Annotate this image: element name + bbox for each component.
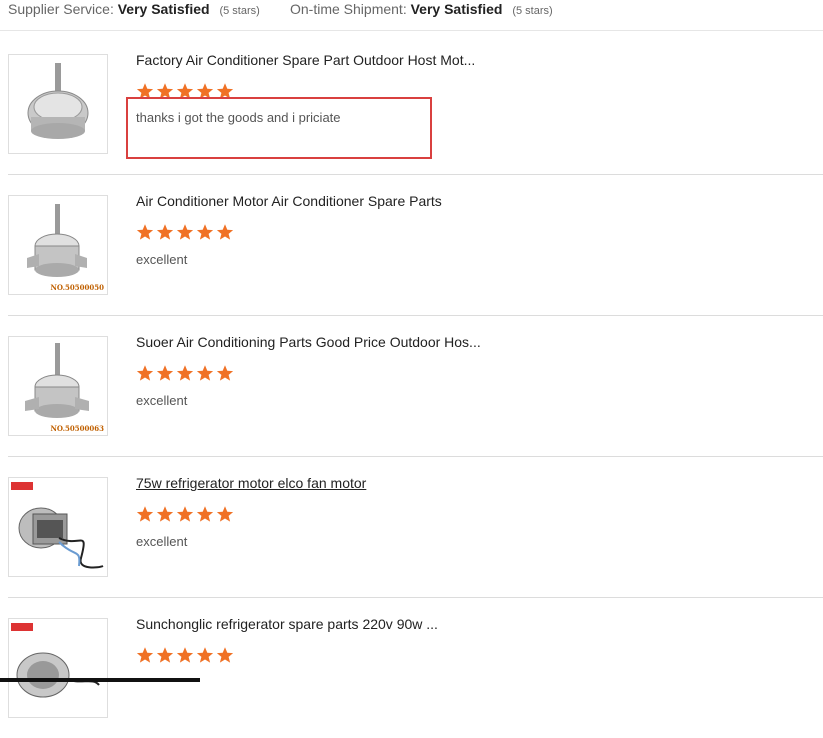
- product-title[interactable]: Suoer Air Conditioning Parts Good Price …: [136, 334, 481, 350]
- product-title[interactable]: Sunchonglic refrigerator spare parts 220…: [136, 616, 438, 632]
- supplier-service-stars: (5 stars): [219, 5, 260, 17]
- star-rating: [136, 646, 236, 669]
- star-icon: [136, 365, 154, 381]
- star-icon: [156, 647, 174, 663]
- star-icon: [156, 506, 174, 522]
- scrollbar-thumb[interactable]: [0, 678, 200, 682]
- product-thumbnail[interactable]: [8, 477, 108, 577]
- product-title[interactable]: Factory Air Conditioner Spare Part Outdo…: [136, 52, 475, 68]
- product-thumbnail[interactable]: NO.50500050: [8, 195, 108, 295]
- star-icon: [156, 224, 174, 240]
- product-thumbnail[interactable]: NO.50500063: [8, 336, 108, 436]
- ac-fan-motor-icon: [25, 343, 89, 418]
- product-code: NO.50500063: [50, 424, 105, 433]
- product-title[interactable]: Air Conditioner Motor Air Conditioner Sp…: [136, 193, 442, 209]
- highlight-box: [126, 97, 432, 159]
- refrigerator-fan-motor-icon: [11, 482, 104, 569]
- review-comment: excellent: [136, 252, 188, 267]
- star-icon: [216, 224, 234, 240]
- ac-fan-motor-icon: [27, 204, 87, 277]
- star-rating: [136, 505, 236, 528]
- supplier-service-value: Very Satisfied: [117, 1, 210, 17]
- refrigerator-fan-motor-icon: [11, 623, 100, 698]
- star-icon: [196, 224, 214, 240]
- review-item: NO.50500050 Air Conditioner Motor Air Co…: [8, 175, 823, 316]
- review-comment: excellent: [136, 534, 188, 549]
- star-icon: [196, 365, 214, 381]
- star-icon: [136, 224, 154, 240]
- star-icon: [176, 647, 194, 663]
- star-icon: [216, 647, 234, 663]
- shipment-stars: (5 stars): [512, 5, 553, 17]
- shipment-value: Very Satisfied: [410, 1, 503, 17]
- supplier-service-rating: Supplier Service: Very Satisfied (5 star…: [8, 1, 260, 17]
- star-icon: [196, 506, 214, 522]
- product-code: NO.50500050: [50, 283, 105, 292]
- review-item: 75w refrigerator motor elco fan motor ex…: [8, 457, 823, 598]
- review-item: NO.50500063 Suoer Air Conditioning Parts…: [8, 316, 823, 457]
- star-icon: [156, 365, 174, 381]
- star-icon: [176, 506, 194, 522]
- star-icon: [216, 365, 234, 381]
- star-rating: [136, 364, 236, 387]
- star-rating: [136, 223, 236, 246]
- shipment-label: On-time Shipment:: [290, 1, 407, 17]
- star-icon: [136, 506, 154, 522]
- shipment-rating: On-time Shipment: Very Satisfied (5 star…: [290, 1, 553, 17]
- supplier-service-label: Supplier Service:: [8, 1, 114, 17]
- product-thumbnail[interactable]: [8, 54, 108, 154]
- review-comment: excellent: [136, 393, 188, 408]
- star-icon: [176, 365, 194, 381]
- product-title[interactable]: 75w refrigerator motor elco fan motor: [136, 475, 366, 491]
- ac-fan-motor-icon: [27, 63, 89, 139]
- review-item: Sunchonglic refrigerator spare parts 220…: [8, 598, 823, 738]
- rating-summary-bar: Supplier Service: Very Satisfied (5 star…: [0, 0, 823, 31]
- product-thumbnail[interactable]: [8, 618, 108, 718]
- star-icon: [176, 224, 194, 240]
- star-icon: [216, 506, 234, 522]
- star-icon: [196, 647, 214, 663]
- star-icon: [136, 647, 154, 663]
